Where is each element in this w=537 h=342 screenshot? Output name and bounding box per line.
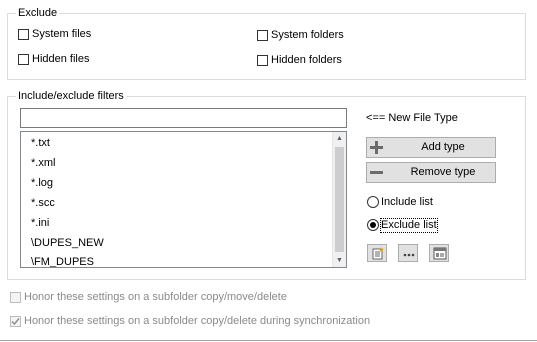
- honor-sync-checkbox[interactable]: [10, 316, 21, 327]
- new-list-icon: [372, 247, 384, 260]
- system-files-label[interactable]: System files: [32, 28, 91, 41]
- more-icon: [403, 253, 415, 257]
- remove-type-button[interactable]: Remove type: [366, 162, 496, 183]
- list-item[interactable]: *.txt: [31, 137, 50, 150]
- list-view-icon: [433, 247, 447, 260]
- filter-list-scrollbar[interactable]: ▲ ▼: [332, 132, 346, 267]
- scroll-down-icon[interactable]: ▼: [333, 254, 346, 267]
- remove-type-label: Remove type: [410, 166, 476, 178]
- new-file-type-hint: <== New File Type: [366, 112, 458, 124]
- include-list-radio[interactable]: [367, 196, 379, 208]
- honor-copy-move-delete-checkbox[interactable]: [10, 292, 21, 303]
- bottom-divider: [0, 340, 537, 341]
- list-item[interactable]: \FM_DUPES: [31, 256, 94, 267]
- hidden-folders-checkbox[interactable]: [257, 55, 268, 66]
- exclude-list-radio[interactable]: [367, 219, 379, 231]
- list-item[interactable]: *.ini: [31, 217, 49, 230]
- list-item[interactable]: *.scc: [31, 197, 55, 210]
- check-icon: [11, 318, 20, 326]
- honor-copy-move-delete-label[interactable]: Honor these settings on a subfolder copy…: [24, 291, 287, 304]
- honor-sync-label[interactable]: Honor these settings on a subfolder copy…: [24, 315, 370, 328]
- plus-icon: [370, 141, 383, 154]
- scroll-up-icon[interactable]: ▲: [333, 132, 346, 145]
- filters-group-title: Include/exclude filters: [16, 90, 126, 103]
- exclude-group: [7, 13, 526, 80]
- exclude-group-title: Exclude: [16, 7, 60, 20]
- list-item[interactable]: *.log: [31, 177, 53, 190]
- hidden-files-label[interactable]: Hidden files: [32, 53, 89, 66]
- filter-list[interactable]: *.txt *.xml *.log *.scc *.ini \DUPES_NEW…: [20, 131, 347, 268]
- list-view-button[interactable]: [429, 244, 449, 262]
- add-type-button[interactable]: Add type: [366, 137, 496, 158]
- hidden-folders-label[interactable]: Hidden folders: [271, 54, 342, 67]
- system-folders-checkbox[interactable]: [257, 30, 268, 41]
- more-button[interactable]: [398, 244, 418, 262]
- system-folders-label[interactable]: System folders: [271, 29, 344, 42]
- list-item[interactable]: \DUPES_NEW: [31, 237, 104, 250]
- include-list-label[interactable]: Include list: [381, 196, 433, 209]
- minus-icon: [370, 171, 383, 174]
- list-item[interactable]: *.xml: [31, 157, 55, 170]
- new-list-button[interactable]: [367, 244, 387, 262]
- add-type-label: Add type: [421, 141, 465, 153]
- system-files-checkbox[interactable]: [18, 29, 29, 40]
- scroll-thumb[interactable]: [335, 147, 344, 252]
- new-file-type-input[interactable]: [20, 108, 347, 128]
- hidden-files-checkbox[interactable]: [18, 54, 29, 65]
- exclude-list-label[interactable]: Exclude list: [380, 218, 438, 233]
